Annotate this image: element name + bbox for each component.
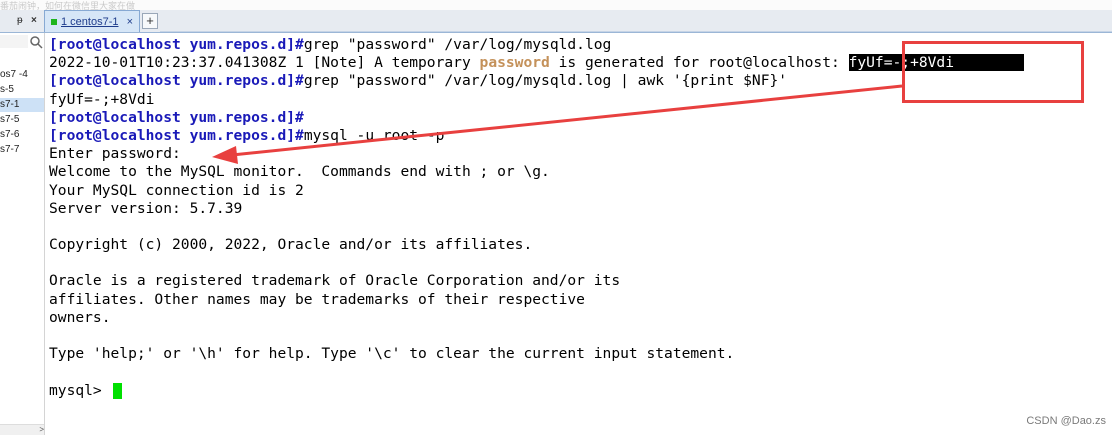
watermark: CSDN @Dao.zs <box>1026 415 1106 427</box>
annotation-arrow <box>212 84 903 164</box>
